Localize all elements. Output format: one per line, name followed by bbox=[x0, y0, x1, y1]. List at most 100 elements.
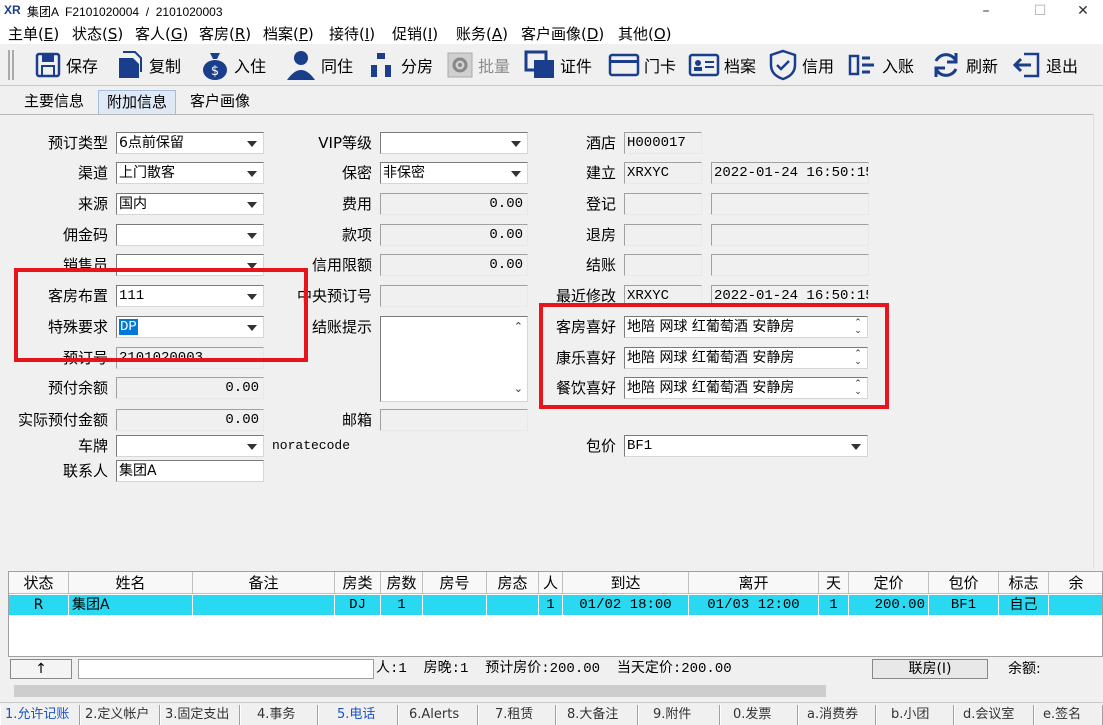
grid-header[interactable]: 房类 bbox=[335, 572, 381, 594]
grid-cell-persons[interactable]: 1 bbox=[539, 595, 563, 615]
chevron-down-icon[interactable] bbox=[247, 444, 257, 450]
grid-cell-flag[interactable]: 自己 bbox=[999, 595, 1049, 615]
menu-room[interactable]: 客房(R) bbox=[199, 23, 251, 44]
credit-button[interactable]: 信用 bbox=[768, 47, 834, 83]
link-room-button[interactable]: 联房(I) bbox=[872, 659, 988, 679]
menu-main[interactable]: 主单(E) bbox=[8, 23, 59, 44]
close-button[interactable]: ✕ bbox=[1060, 0, 1103, 22]
chevron-down-icon[interactable] bbox=[247, 233, 257, 239]
scroll-up-icon[interactable]: ⌃ bbox=[514, 317, 523, 337]
minimize-button[interactable]: – bbox=[963, 0, 1009, 22]
grid-header[interactable]: 到达 bbox=[563, 572, 689, 594]
grid-header[interactable]: 天 bbox=[819, 572, 849, 594]
id-button[interactable]: 证件 bbox=[524, 47, 592, 83]
fkey-allow-posting[interactable]: 1.允许记账 bbox=[0, 705, 80, 725]
menu-guest[interactable]: 客人(G) bbox=[135, 23, 188, 44]
menu-status[interactable]: 状态(S) bbox=[72, 23, 123, 44]
channel-select[interactable]: 上门散客 bbox=[116, 162, 264, 184]
chevron-down-icon[interactable] bbox=[247, 171, 257, 177]
batch-button[interactable]: 批量 bbox=[446, 47, 510, 83]
commission-select[interactable] bbox=[116, 224, 264, 246]
grid-header[interactable]: 人 bbox=[539, 572, 563, 594]
package-select[interactable]: BF1 bbox=[624, 435, 868, 457]
grid-cell-status[interactable]: R bbox=[9, 595, 69, 615]
chevron-down-icon[interactable] bbox=[247, 202, 257, 208]
grid-cell-remark[interactable] bbox=[193, 595, 335, 615]
vip-select[interactable] bbox=[380, 132, 528, 154]
exit-button[interactable]: 退出 bbox=[1012, 47, 1078, 83]
grid-cell-rooms[interactable]: 1 bbox=[381, 595, 423, 615]
post-button[interactable]: 入账 bbox=[848, 47, 914, 83]
grid-header[interactable]: 状态 bbox=[9, 572, 69, 594]
split-room-button[interactable]: 分房 bbox=[365, 47, 433, 83]
fkey-alerts[interactable]: 6.Alerts bbox=[398, 705, 478, 725]
grid-header[interactable]: 备注 bbox=[193, 572, 335, 594]
tab-additional-info[interactable]: 附加信息 bbox=[98, 90, 177, 114]
grid-cell-arrival[interactable]: 01/02 18:00 bbox=[563, 595, 689, 615]
checkin-button[interactable]: $ 入住 bbox=[200, 47, 266, 83]
tab-main-info[interactable]: 主要信息 bbox=[16, 90, 92, 114]
menu-profile[interactable]: 档案(P) bbox=[263, 23, 314, 44]
grid-cell-extra[interactable] bbox=[1049, 595, 1102, 615]
grid-header[interactable]: 包价 bbox=[929, 572, 999, 594]
grid-cell-room-type[interactable]: DJ bbox=[335, 595, 381, 615]
grid-cell-departure[interactable]: 01/03 12:00 bbox=[689, 595, 819, 615]
menu-other[interactable]: 其他(O) bbox=[618, 23, 672, 44]
booking-type-select[interactable]: 6点前保留 bbox=[116, 132, 264, 154]
fkey-fixed-charge[interactable]: 3.固定支出 bbox=[160, 705, 240, 725]
toolbar-grip[interactable] bbox=[8, 50, 14, 80]
fkey-signature[interactable]: e.签名 bbox=[1034, 705, 1103, 725]
fkey-affairs[interactable]: 4.事务 bbox=[240, 705, 318, 725]
grid-header[interactable]: 姓名 bbox=[69, 572, 193, 594]
scroll-down-icon[interactable]: ⌄ bbox=[514, 379, 523, 399]
plate-select[interactable] bbox=[116, 435, 264, 457]
grid-header[interactable]: 定价 bbox=[849, 572, 929, 594]
chevron-down-icon[interactable] bbox=[511, 141, 521, 147]
chevron-down-icon[interactable] bbox=[511, 171, 521, 177]
grid-header[interactable]: 房数 bbox=[381, 572, 423, 594]
scrollbar-thumb[interactable] bbox=[14, 685, 826, 697]
panel-scrollbar[interactable] bbox=[1093, 114, 1103, 568]
chevron-down-icon[interactable] bbox=[247, 141, 257, 147]
refresh-button[interactable]: 刷新 bbox=[930, 47, 998, 83]
grid-header[interactable]: 余 bbox=[1049, 572, 1102, 594]
secret-select[interactable]: 非保密 bbox=[380, 162, 528, 184]
menu-promotion[interactable]: 促销(I) bbox=[392, 23, 438, 44]
grid-cell-room-no[interactable] bbox=[423, 595, 487, 615]
fkey-small-group[interactable]: b.小团 bbox=[876, 705, 954, 725]
summary-input[interactable] bbox=[78, 659, 374, 679]
fkey-invoice[interactable]: 0.发票 bbox=[720, 705, 798, 725]
horizontal-scrollbar[interactable] bbox=[8, 683, 1103, 699]
grid-cell-rate[interactable]: 200.00 bbox=[849, 595, 929, 615]
cohabit-button[interactable]: 同住 bbox=[285, 47, 353, 83]
contact-input[interactable]: 集团A bbox=[116, 460, 264, 482]
save-button[interactable]: 保存 bbox=[34, 47, 98, 83]
fkey-attachment[interactable]: 9.附件 bbox=[638, 705, 720, 725]
menu-customer-portrait[interactable]: 客户画像(D) bbox=[521, 23, 604, 44]
grid-header[interactable]: 标志 bbox=[999, 572, 1049, 594]
profile-button[interactable]: 档案 bbox=[688, 47, 756, 83]
fkey-meeting-room[interactable]: d.会议室 bbox=[954, 705, 1034, 725]
maximize-button[interactable]: ☐ bbox=[1017, 0, 1063, 22]
grid-header[interactable]: 离开 bbox=[689, 572, 819, 594]
fkey-voucher[interactable]: a.消费券 bbox=[798, 705, 876, 725]
grid-cell-days[interactable]: 1 bbox=[819, 595, 849, 615]
grid-header[interactable]: 房号 bbox=[423, 572, 487, 594]
grid-header[interactable]: 房态 bbox=[487, 572, 539, 594]
fkey-define-account[interactable]: 2.定义帐户 bbox=[80, 705, 160, 725]
grid-cell-name[interactable]: 集团A bbox=[69, 595, 193, 615]
fkey-big-note[interactable]: 8.大备注 bbox=[556, 705, 638, 725]
doorcard-button[interactable]: 门卡 bbox=[608, 47, 676, 83]
tab-customer-portrait[interactable]: 客户画像 bbox=[182, 90, 258, 114]
source-select[interactable]: 国内 bbox=[116, 193, 264, 215]
menu-accounts[interactable]: 账务(A) bbox=[456, 23, 508, 44]
grid-cell-package[interactable]: BF1 bbox=[929, 595, 999, 615]
grid-cell-room-state[interactable] bbox=[487, 595, 539, 615]
copy-button[interactable]: 复制 bbox=[115, 47, 181, 83]
fkey-phone[interactable]: 5.电话 bbox=[318, 705, 398, 725]
up-arrow-button[interactable]: ↑ bbox=[10, 659, 72, 679]
menu-reception[interactable]: 接待(I) bbox=[329, 23, 375, 44]
checkout-note-textarea[interactable]: ⌃ ⌄ bbox=[380, 316, 528, 402]
fkey-rental[interactable]: 7.租赁 bbox=[478, 705, 556, 725]
chevron-down-icon[interactable] bbox=[851, 444, 861, 450]
